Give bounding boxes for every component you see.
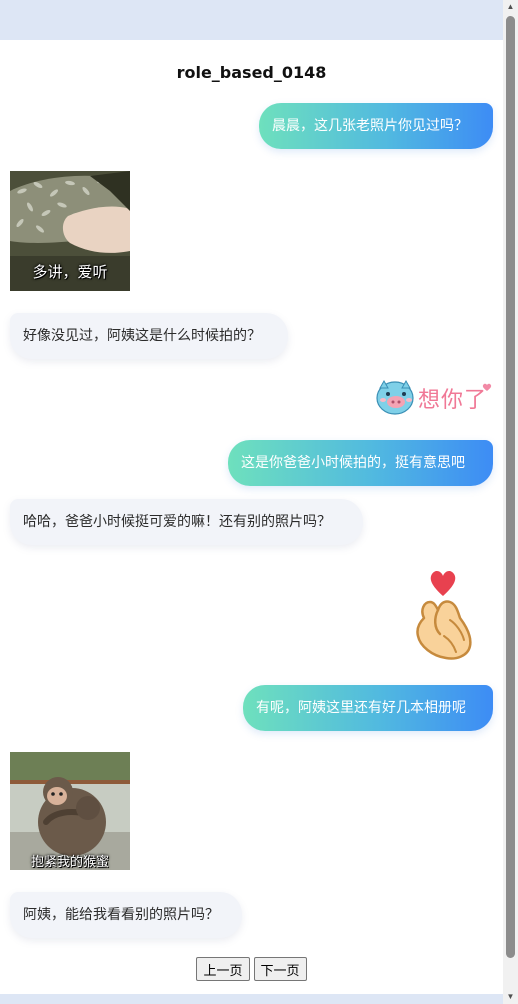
scroll-up-arrow-icon[interactable]: ▲ xyxy=(503,0,518,14)
sticker-image: 抱紧我的猴蜜 xyxy=(10,752,130,870)
chat-bubble-sent: 这是你爸爸小时候拍的，挺有意思吧 xyxy=(228,440,493,486)
sticker-caption: 多讲，爱听 xyxy=(32,263,108,281)
pagination: 上一页 下一页 xyxy=(0,957,503,981)
next-page-button[interactable]: 下一页 xyxy=(253,957,307,981)
bottom-band xyxy=(0,994,518,1004)
scroll-down-arrow-icon[interactable]: ▼ xyxy=(503,990,518,1004)
chat-bubble-received: 阿姨，能给我看看别的照片吗？ xyxy=(10,892,242,938)
sticker-caption: 想你了 xyxy=(418,388,488,413)
scrollbar-thumb[interactable] xyxy=(506,16,515,958)
cartoon-pig-icon xyxy=(376,379,414,415)
chat-bubble-sent: 有呢，阿姨这里还有好几本相册呢 xyxy=(243,685,493,731)
chat-bubble-sent: 晨晨，这几张老照片你见过吗？ xyxy=(259,103,493,149)
page-title: role_based_0148 xyxy=(176,63,327,82)
previous-page-button[interactable]: 上一页 xyxy=(196,957,250,981)
chat-bubble-received: 好像没见过，阿姨这是什么时候拍的？ xyxy=(10,313,288,359)
finger-heart-icon xyxy=(416,570,472,660)
chat-bubble-received: 哈哈，爸爸小时候挺可爱的嘛！还有别的照片吗？ xyxy=(10,499,363,545)
sticker-image xyxy=(410,566,480,662)
top-band xyxy=(0,0,518,40)
sticker-image: 多讲，爱听 xyxy=(10,171,130,291)
vertical-scrollbar[interactable]: ▲ ▼ xyxy=(503,0,518,1004)
sticker-image: 想你了 xyxy=(374,376,494,420)
heart-icon xyxy=(482,383,492,391)
sticker-caption: 抱紧我的猴蜜 xyxy=(30,855,109,870)
